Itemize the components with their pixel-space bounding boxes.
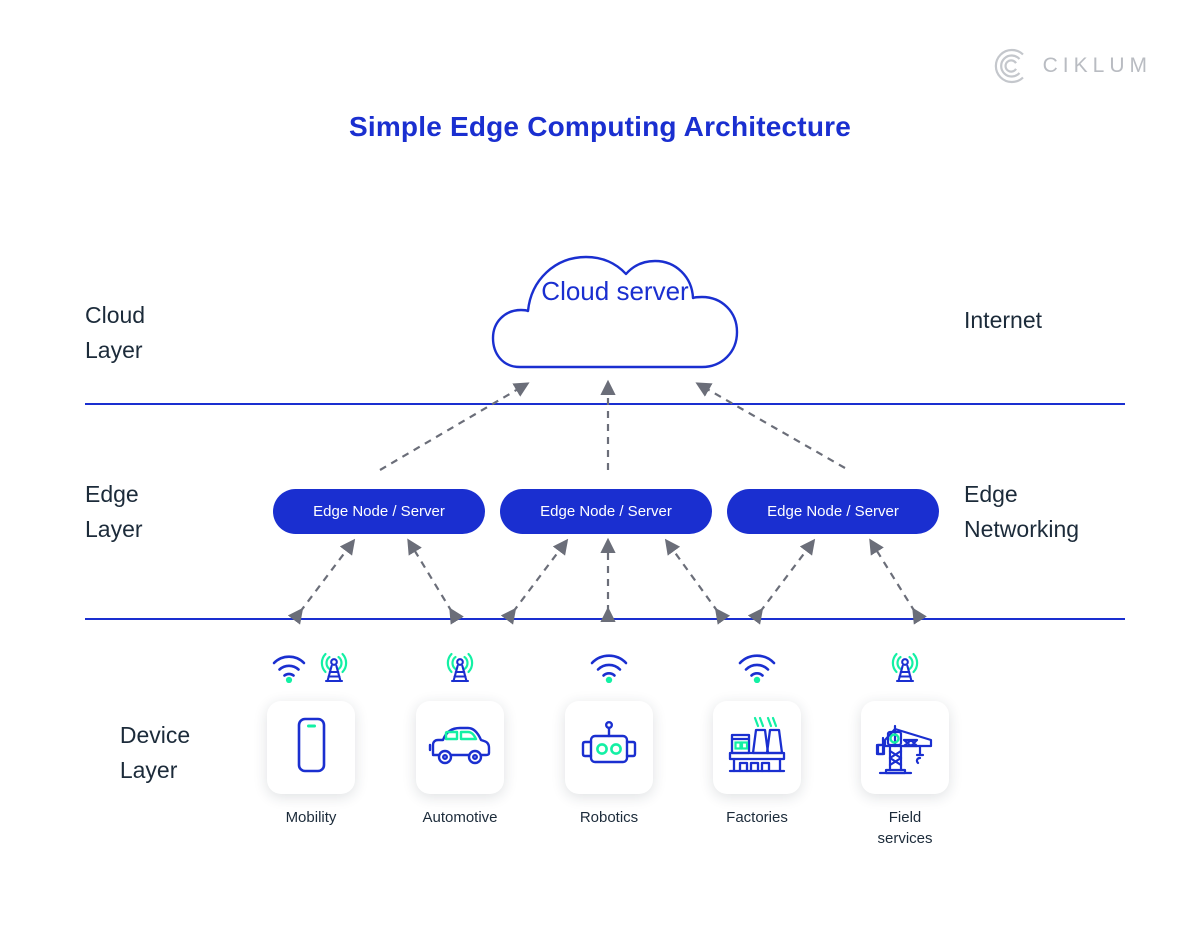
device-automotive-signals [443, 645, 477, 693]
crane-icon [873, 713, 937, 782]
device-field-services-card [861, 701, 949, 794]
device-factories-label: Factories [726, 809, 788, 826]
antenna-tower-icon [888, 650, 922, 689]
wifi-icon [589, 651, 629, 688]
device-mobility-card [267, 701, 355, 794]
side-label-internet: Internet [964, 307, 1042, 333]
edge-node-3[interactable]: Edge Node / Server [727, 489, 939, 534]
layer-label-cloud: Cloud Layer [85, 302, 146, 363]
device-robotics[interactable]: Robotics [539, 645, 679, 828]
divider-edge-device [85, 618, 1125, 620]
device-automotive-label: Automotive [422, 809, 498, 826]
device-robotics-label: Robotics [579, 809, 639, 826]
device-automotive[interactable]: Automotive [390, 645, 530, 828]
arrow-edge1-to-cloud [379, 382, 530, 471]
robot-icon [575, 717, 643, 778]
factory-icon [725, 714, 789, 781]
arrow-edge3-to-cloud [695, 382, 846, 469]
smartphone-icon [285, 714, 337, 781]
arrow-edge3-device4-left [747, 538, 816, 625]
ciklum-c-icon [993, 48, 1029, 84]
edge-node-2-label: Edge Node / Server [540, 503, 672, 520]
cloud-server-node: Cloud server [490, 225, 740, 370]
device-factories[interactable]: Factories [687, 645, 827, 828]
device-mobility[interactable]: Mobility [241, 645, 381, 828]
device-robotics-signals [589, 645, 629, 693]
edge-node-2[interactable]: Edge Node / Server [500, 489, 712, 534]
side-label-edge-networking: Edge Networking [964, 481, 1080, 542]
brand-logo: CIKLUM [993, 48, 1152, 84]
device-factories-signals [737, 645, 777, 693]
brand-name: CIKLUM [1042, 54, 1152, 77]
arrow-edge2-device4-right [664, 538, 731, 625]
device-field-services-label: Field services [877, 809, 933, 847]
antenna-tower-icon [317, 650, 351, 689]
layer-label-edge: Edge Layer [85, 481, 143, 542]
device-field-services[interactable]: Field services [835, 645, 975, 849]
arrow-edge1-device2-right [407, 538, 464, 625]
device-field-services-signals [888, 645, 922, 693]
car-icon [427, 720, 493, 775]
device-robotics-card [565, 701, 653, 794]
device-mobility-signals [271, 645, 351, 693]
edge-node-1-label: Edge Node / Server [313, 503, 445, 520]
wifi-icon [737, 651, 777, 688]
edge-node-1[interactable]: Edge Node / Server [273, 489, 485, 534]
wifi-icon [271, 651, 307, 688]
edge-node-3-label: Edge Node / Server [767, 503, 899, 520]
device-factories-card [713, 701, 801, 794]
arrow-edge3-device5-right [869, 538, 927, 625]
device-automotive-card [416, 701, 504, 794]
arrow-edge1-device1-left [287, 538, 356, 625]
cloud-server-label: Cloud server [541, 276, 689, 306]
divider-cloud-edge [85, 403, 1125, 405]
arrow-edge2-device2-left [500, 538, 569, 625]
antenna-tower-icon [443, 650, 477, 689]
page-title: Simple Edge Computing Architecture [348, 111, 852, 142]
layer-label-device: Device Layer [119, 722, 191, 783]
device-mobility-label: Mobility [285, 809, 337, 826]
